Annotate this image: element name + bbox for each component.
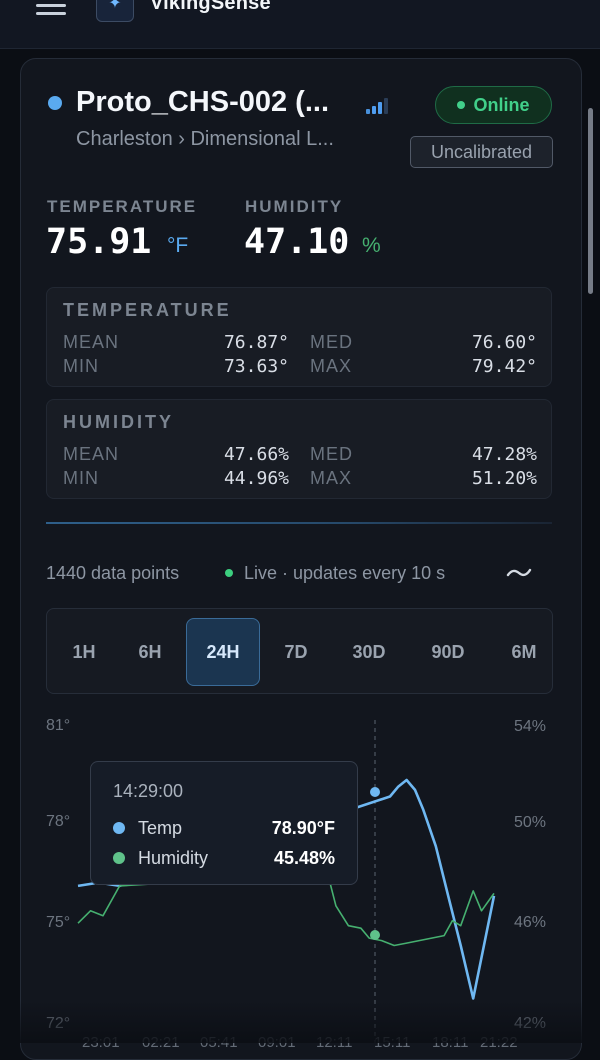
sensor-line-chart[interactable] — [0, 0, 600, 1043]
temperature-hover-marker — [370, 787, 380, 797]
humidity-legend-dot-icon — [113, 852, 125, 864]
tooltip-temp-label: Temp — [138, 818, 183, 838]
tooltip-time: 14:29:00 — [113, 781, 184, 801]
chart-tooltip: 14:29:00 Temp 78.90°F Humidity 45.48% — [90, 761, 358, 885]
tooltip-humidity-value: 45.48% — [273, 848, 335, 868]
tooltip-temp-value: 78.90°F — [271, 818, 335, 838]
tooltip-humidity-label: Humidity — [138, 848, 209, 868]
humidity-hover-marker — [370, 930, 380, 940]
temp-legend-dot-icon — [113, 822, 125, 834]
